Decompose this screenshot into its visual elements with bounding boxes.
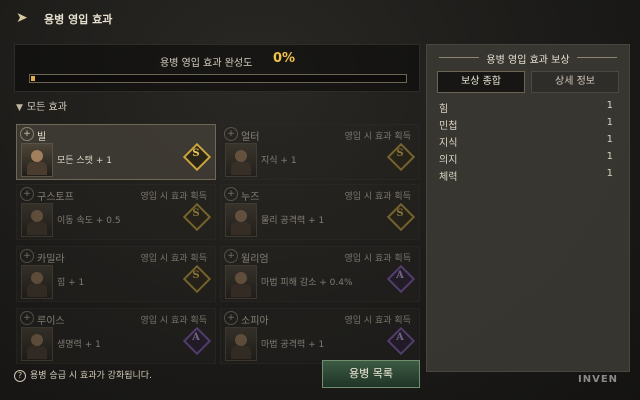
help-icon[interactable]: ?	[14, 370, 26, 382]
stat-value: 1	[606, 168, 613, 179]
completion-progress-bar	[29, 74, 407, 83]
stat-name: 의지	[439, 155, 458, 166]
grade-letter: S	[396, 148, 404, 159]
stat-name: 지식	[439, 138, 458, 149]
stat-value: 1	[606, 100, 613, 111]
completion-label: 용병 영입 효과 완성도	[160, 58, 253, 69]
mercenary-card[interactable]: + 소피아 영입 시 효과 획득마법 공격력 + 1 A	[220, 308, 420, 364]
effect-text: 마법 피해 감소 + 0.4%	[261, 278, 353, 288]
mercenary-name: 소피아	[241, 316, 269, 327]
reward-panel: 용병 영입 효과 보상 보상 종합 상세 정보 힘1 민첩 1 지식 1 의지 1 체…	[426, 44, 630, 372]
effect-text: 마법 공격력 + 1	[261, 340, 325, 350]
back-arrow-icon[interactable]: ➤	[16, 10, 36, 26]
stat-row: 민첩 1	[439, 117, 619, 134]
acquire-condition: 영입 시 효과 획득	[140, 192, 207, 202]
mercenary-card[interactable]: + 얼터 영입 시 효과 획득지식 + 1 S	[220, 124, 420, 180]
reward-stat-list: 힘1 민첩 1 지식 1 의지 1 체력 1	[439, 100, 619, 185]
mercenary-name: 루이스	[37, 316, 65, 327]
plus-icon: +	[224, 311, 238, 325]
stat-value: 1	[606, 151, 613, 162]
completion-progress-fill	[31, 76, 35, 81]
stat-row: 체력 1	[439, 168, 619, 185]
watermark-logo: INVEN	[578, 374, 619, 385]
help-text: 용병 승급 시 효과가 강화됩니다.	[30, 371, 152, 381]
mercenary-portrait	[225, 265, 257, 299]
grade-badge-icon: S	[386, 142, 416, 172]
grade-letter: A	[192, 332, 200, 343]
grade-badge-icon: S	[182, 142, 212, 172]
grade-letter: A	[396, 270, 404, 281]
mercenary-card[interactable]: + 윌리엄 영입 시 효과 획득마법 피해 감소 + 0.4% A	[220, 246, 420, 302]
tab-detail-info[interactable]: 상세 정보	[531, 71, 619, 93]
grade-badge-icon: S	[182, 264, 212, 294]
help-note: ? 용병 승급 시 효과가 강화됩니다.	[14, 368, 152, 382]
mercenary-card[interactable]: + 빌모든 스탯 + 1 S	[16, 124, 216, 180]
grade-badge-icon: A	[386, 264, 416, 294]
grade-badge-icon: S	[386, 202, 416, 232]
grade-letter: S	[396, 208, 404, 219]
acquire-condition: 영입 시 효과 획득	[344, 316, 411, 326]
stat-name: 체력	[439, 172, 458, 183]
mercenary-portrait	[225, 327, 257, 361]
stat-name: 힘	[439, 104, 449, 115]
mercenary-portrait	[225, 143, 257, 177]
effect-text: 지식 + 1	[261, 156, 297, 166]
effect-text: 힘 + 1	[57, 278, 85, 288]
grade-letter: S	[192, 208, 200, 219]
filter-icon: ▼	[16, 103, 23, 113]
plus-icon: +	[224, 249, 238, 263]
effect-text: 모든 스탯 + 1	[57, 156, 112, 166]
mercenary-portrait	[21, 203, 53, 237]
plus-icon: +	[20, 187, 34, 201]
title-bar: ➤ 용병 영입 효과	[0, 0, 640, 36]
plus-icon: +	[224, 187, 238, 201]
mercenary-card[interactable]: + 구스토프 영입 시 효과 획득이동 속도 + 0.5 S	[16, 184, 216, 240]
acquire-condition: 영입 시 효과 획득	[140, 254, 207, 264]
completion-value: 0%	[273, 51, 296, 66]
plus-icon: +	[20, 311, 34, 325]
stat-name: 민첩	[439, 121, 458, 132]
effect-text: 생명력 + 1	[57, 340, 101, 350]
mercenary-portrait	[21, 327, 53, 361]
stat-value: 1	[606, 117, 613, 128]
grade-letter: S	[192, 270, 200, 281]
effect-text: 이동 속도 + 0.5	[57, 216, 121, 226]
grade-letter: S	[192, 148, 200, 159]
mercenary-portrait	[21, 143, 53, 177]
stat-row: 힘1	[439, 100, 619, 117]
acquire-condition: 영입 시 효과 획득	[344, 254, 411, 264]
stat-row: 지식 1	[439, 134, 619, 151]
acquire-condition: 영입 시 효과 획득	[344, 192, 411, 202]
plus-icon: +	[20, 249, 34, 263]
grade-badge-icon: S	[182, 202, 212, 232]
completion-panel: 용병 영입 효과 완성도 0%	[14, 44, 420, 92]
mercenary-name: 윌리엄	[241, 254, 269, 265]
stat-value: 1	[606, 134, 613, 145]
mercenary-card[interactable]: + 카밀라 영입 시 효과 획득힘 + 1 S	[16, 246, 216, 302]
mercenary-name: 카밀라	[37, 254, 65, 265]
mercenary-list-button[interactable]: 용병 목록	[322, 360, 420, 388]
grade-letter: A	[396, 332, 404, 343]
mercenary-card[interactable]: + 루이스 영입 시 효과 획득생명력 + 1 A	[16, 308, 216, 364]
acquire-condition: 영입 시 효과 획득	[344, 132, 411, 142]
tab-reward-summary[interactable]: 보상 종합	[437, 71, 525, 93]
grade-badge-icon: A	[386, 326, 416, 356]
window-title: 용병 영입 효과	[44, 13, 113, 26]
mercenary-name: 누즈	[241, 192, 260, 203]
acquire-condition: 영입 시 효과 획득	[140, 316, 207, 326]
reward-panel-title: 용병 영입 효과 보상	[427, 51, 629, 66]
filter-label: 모든 효과	[26, 102, 67, 113]
mercenary-portrait	[21, 265, 53, 299]
mercenary-name: 구스토프	[37, 192, 74, 203]
stat-row: 의지 1	[439, 151, 619, 168]
effect-filter-dropdown[interactable]: ▼ 모든 효과	[16, 98, 67, 113]
plus-icon: +	[224, 127, 238, 141]
mercenary-portrait	[225, 203, 257, 237]
grade-badge-icon: A	[182, 326, 212, 356]
mercenary-card[interactable]: + 누즈 영입 시 효과 획득물리 공격력 + 1 S	[220, 184, 420, 240]
mercenary-name: 얼터	[241, 132, 260, 143]
effect-text: 물리 공격력 + 1	[261, 216, 325, 226]
plus-icon: +	[20, 127, 34, 141]
mercenary-name: 빌	[37, 132, 47, 143]
